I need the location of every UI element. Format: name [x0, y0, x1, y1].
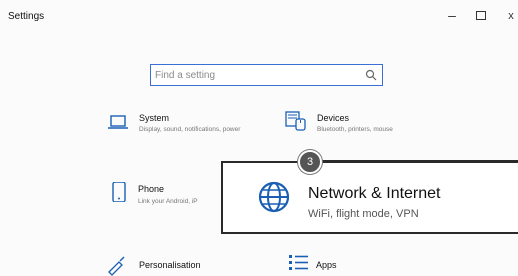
apps-icon: [289, 255, 308, 270]
tile-label: Network & Internet: [308, 185, 441, 202]
tile-label: Personalisation: [139, 260, 201, 270]
tile-personalisation[interactable]: Personalisation: [107, 256, 267, 276]
step-badge: 3: [298, 150, 322, 174]
tile-description: Display, sound, notifications, power: [139, 126, 241, 133]
tile-label: Apps: [316, 260, 337, 270]
callout-line: [318, 160, 518, 162]
tile-apps[interactable]: Apps: [288, 253, 388, 273]
minimize-button[interactable]: –: [443, 7, 461, 23]
tile-devices[interactable]: Devices Bluetooth, printers, mouse: [285, 111, 445, 151]
search-input[interactable]: [155, 68, 360, 82]
tile-system[interactable]: System Display, sound, notifications, po…: [107, 113, 267, 153]
maximize-icon: [476, 11, 486, 20]
devices-icon: [285, 111, 306, 131]
window-title: Settings: [8, 11, 45, 22]
personalisation-icon: [108, 256, 125, 276]
tile-network-internet[interactable]: Network & Internet WiFi, flight mode, VP…: [221, 161, 518, 234]
close-button[interactable]: x: [502, 10, 518, 22]
search-box[interactable]: [150, 64, 383, 86]
phone-icon: [112, 182, 126, 202]
tile-label: Devices: [317, 113, 350, 123]
globe-icon: [258, 181, 290, 213]
tile-description: Bluetooth, printers, mouse: [317, 126, 393, 133]
tile-label: Phone: [138, 184, 165, 194]
tile-phone[interactable]: Phone Link your Android, iP: [108, 182, 223, 222]
tile-label: System: [139, 113, 170, 123]
title-bar: Settings – x: [0, 0, 518, 34]
search-icon[interactable]: [365, 69, 377, 81]
maximize-button[interactable]: [472, 9, 490, 23]
laptop-icon: [108, 115, 128, 129]
tile-description: WiFi, flight mode, VPN: [308, 208, 419, 220]
